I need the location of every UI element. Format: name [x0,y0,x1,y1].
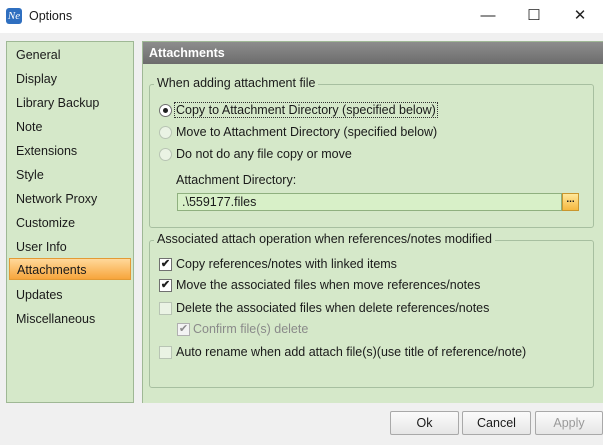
associated-operation-legend: Associated attach operation when referen… [154,232,495,246]
delete-files-checkbox[interactable] [159,302,172,315]
no-copy-move-radio[interactable] [159,148,172,161]
no-copy-move-label[interactable]: Do not do any file copy or move [176,147,352,161]
ok-button[interactable]: Ok [390,411,459,435]
sidebar-item-extensions[interactable]: Extensions [9,140,131,162]
auto-rename-label[interactable]: Auto rename when add attach file(s)(use … [176,345,526,359]
move-to-directory-label[interactable]: Move to Attachment Directory (specified … [176,125,437,139]
copy-to-directory-radio[interactable] [159,104,172,117]
sidebar-item-attachments[interactable]: Attachments [9,258,131,280]
copy-to-directory-label[interactable]: Copy to Attachment Directory (specified … [174,102,438,118]
cancel-button[interactable]: Cancel [462,411,531,435]
app-logo-icon: Ne [6,8,22,24]
panel-title: Attachments [143,42,603,64]
minimize-button[interactable]: — [465,0,511,33]
confirm-delete-checkbox[interactable]: ✔ [177,323,190,336]
attachment-directory-label: Attachment Directory: [176,173,297,187]
close-button[interactable]: ✕ [557,0,603,33]
sidebar-item-style[interactable]: Style [9,164,131,186]
sidebar-item-customize[interactable]: Customize [9,212,131,234]
sidebar-item-user-info[interactable]: User Info [9,236,131,258]
copy-linked-label[interactable]: Copy references/notes with linked items [176,257,397,271]
auto-rename-checkbox[interactable] [159,346,172,359]
attachment-directory-input[interactable] [177,193,562,211]
sidebar-item-network-proxy[interactable]: Network Proxy [9,188,131,210]
move-files-checkbox[interactable]: ✔ [159,279,172,292]
move-to-directory-radio[interactable] [159,126,172,139]
sidebar-item-display[interactable]: Display [9,68,131,90]
maximize-button[interactable]: ☐ [511,0,557,33]
apply-button[interactable]: Apply [535,411,603,435]
sidebar-item-note[interactable]: Note [9,116,131,138]
move-files-label[interactable]: Move the associated files when move refe… [176,278,480,292]
options-sidebar: General Display Library Backup Note Exte… [6,41,134,403]
delete-files-label[interactable]: Delete the associated files when delete … [176,301,489,315]
sidebar-item-miscellaneous[interactable]: Miscellaneous [9,308,131,330]
confirm-delete-label[interactable]: Confirm file(s) delete [193,322,308,336]
sidebar-item-general[interactable]: General [9,44,131,66]
adding-attachment-legend: When adding attachment file [154,76,319,90]
copy-linked-checkbox[interactable]: ✔ [159,258,172,271]
sidebar-item-library-backup[interactable]: Library Backup [9,92,131,114]
sidebar-item-updates[interactable]: Updates [9,284,131,306]
window-title: Options [29,9,73,23]
browse-directory-button[interactable]: ... [562,193,579,211]
